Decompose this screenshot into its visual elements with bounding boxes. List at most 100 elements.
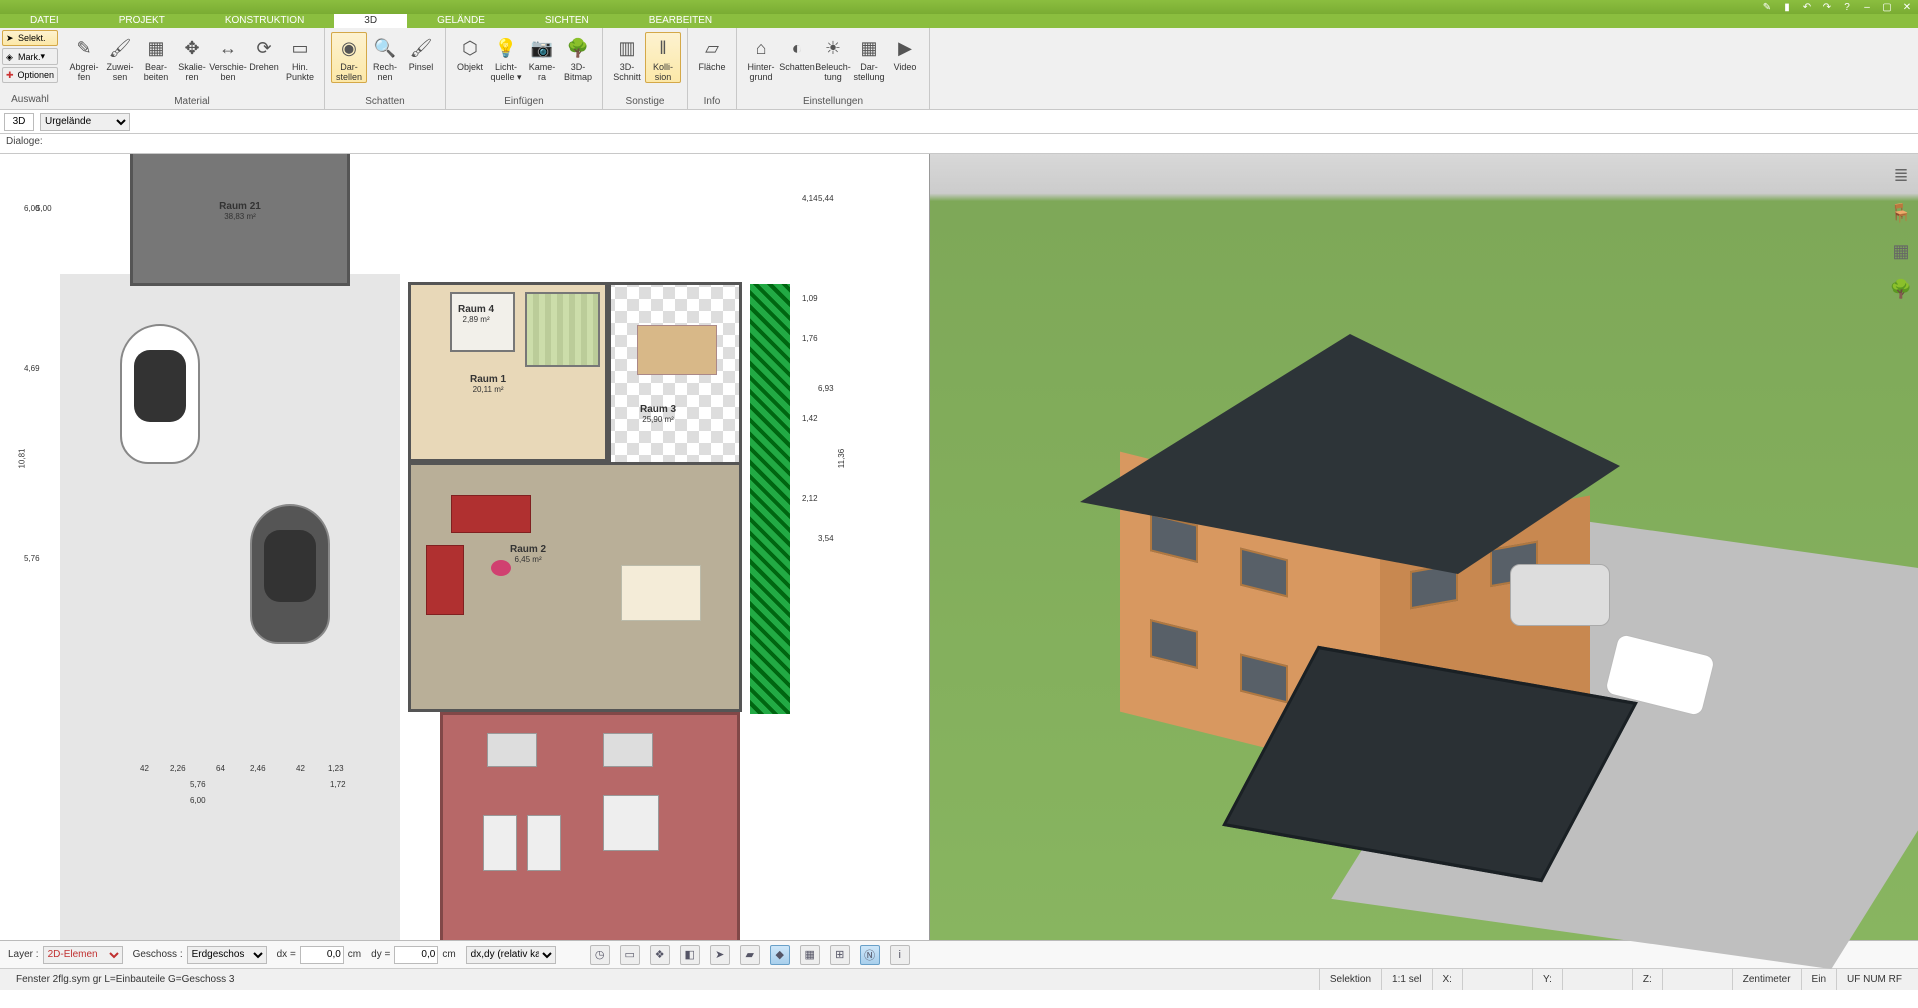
- tool-hinpunkte[interactable]: ▭Hin. Punkte: [282, 32, 318, 83]
- undo-icon[interactable]: ↶: [1800, 1, 1814, 13]
- help-icon[interactable]: ?: [1840, 1, 1854, 13]
- title-bar: ✎ ▮ ↶ ↷ ? – ▢ ✕: [0, 0, 1918, 14]
- tool-label: Dar- stellen: [336, 62, 362, 82]
- tool-dbitmap[interactable]: 🌳3D- Bitmap: [560, 32, 596, 83]
- bottom-bar: Layer : 2D-Elemen Geschoss : Erdgeschos …: [0, 940, 1918, 968]
- tool-kollision[interactable]: ‖Kolli- sion: [645, 32, 681, 83]
- tool-rechnen[interactable]: 🔍Rech- nen: [367, 32, 403, 83]
- optionen-button[interactable]: ✚Optionen: [2, 67, 58, 83]
- mark-button[interactable]: ◈Mark. ▾: [2, 48, 58, 65]
- status-z: Z:: [1632, 969, 1662, 990]
- lounge-1[interactable]: [487, 733, 537, 767]
- menu-datei[interactable]: DATEI: [0, 14, 89, 28]
- dim: 3,54: [818, 534, 834, 543]
- tool-darstellung[interactable]: ▦Dar- stellung: [851, 32, 887, 83]
- grid2-icon[interactable]: ⊞: [830, 945, 850, 965]
- dx-input[interactable]: [300, 946, 344, 964]
- mode-field[interactable]: [4, 113, 34, 131]
- grid-icon[interactable]: ▦: [800, 945, 820, 965]
- dim: 6,93: [818, 384, 834, 393]
- tool-label: Zuwei- sen: [106, 62, 133, 82]
- view-3d[interactable]: ≣ 🪑 ▦ 🌳: [930, 154, 1918, 940]
- tool-icon: 📷: [530, 36, 554, 60]
- north-icon[interactable]: Ⓝ: [860, 945, 880, 965]
- view-2d[interactable]: Raum 2138,83 m²: [0, 154, 930, 940]
- menu-projekt[interactable]: PROJEKT: [89, 14, 195, 28]
- menu-bearbeiten[interactable]: BEARBEITEN: [619, 14, 742, 28]
- tool-flche[interactable]: ▱Fläche: [694, 32, 730, 73]
- close-icon[interactable]: ✕: [1900, 1, 1914, 13]
- sofa-1[interactable]: [451, 495, 531, 533]
- tool-abgreifen[interactable]: ✎Abgrei- fen: [66, 32, 102, 83]
- tool-beleuchtung[interactable]: ☀Beleuch- tung: [815, 32, 851, 83]
- menu-konstruktion[interactable]: KONSTRUKTION: [195, 14, 334, 28]
- tool-objekt[interactable]: ⬡Objekt: [452, 32, 488, 73]
- cube-icon[interactable]: ◧: [680, 945, 700, 965]
- terrace[interactable]: [440, 712, 740, 940]
- geschoss-select[interactable]: Erdgeschos: [187, 946, 267, 964]
- garage-room[interactable]: Raum 2138,83 m²: [130, 154, 350, 286]
- layer-select[interactable]: 2D-Elemen: [43, 946, 123, 964]
- menu-gelaende[interactable]: GELÄNDE: [407, 14, 515, 28]
- terrace-table[interactable]: [603, 795, 659, 851]
- layers-icon[interactable]: ≣: [1888, 162, 1914, 188]
- table-r3[interactable]: [637, 325, 717, 375]
- dy-input[interactable]: [394, 946, 438, 964]
- clock-icon[interactable]: ◷: [590, 945, 610, 965]
- stack-icon[interactable]: ❖: [650, 945, 670, 965]
- tool-icon: ↔: [216, 36, 240, 60]
- tool-lichtquelle[interactable]: 💡Licht- quelle ▾: [488, 32, 524, 83]
- menu-3d[interactable]: 3D: [334, 14, 407, 28]
- tool-icon: ◉: [337, 36, 361, 60]
- selekt-button[interactable]: ➤Selekt.: [2, 30, 58, 46]
- tool-video[interactable]: ▶Video: [887, 32, 923, 73]
- tool-bearbeiten[interactable]: ▦Bear- beiten: [138, 32, 174, 83]
- layer-label: Layer :: [8, 949, 39, 960]
- terrain-select[interactable]: Urgelände: [40, 113, 130, 131]
- car3d-silver[interactable]: [1510, 564, 1610, 626]
- tool-label: Verschie- ben: [209, 62, 247, 82]
- tool-hintergrund[interactable]: ⌂Hinter- grund: [743, 32, 779, 83]
- group-label: Material: [60, 96, 324, 109]
- deckchair-2[interactable]: [527, 815, 561, 871]
- snap1-icon[interactable]: ◆: [770, 945, 790, 965]
- info-icon[interactable]: i: [890, 945, 910, 965]
- palette-icon[interactable]: ▦: [1888, 238, 1914, 264]
- marker-icon[interactable]: ▮: [1780, 1, 1794, 13]
- dining-table[interactable]: [621, 565, 701, 621]
- tool-icon: ⌂: [749, 36, 773, 60]
- lounge-2[interactable]: [603, 733, 653, 767]
- tool-drehen[interactable]: ⟳Drehen: [246, 32, 282, 73]
- dim: 5,76: [24, 554, 40, 563]
- dim: 6,00: [190, 796, 206, 805]
- car-white-1[interactable]: [120, 324, 200, 464]
- tool-verschieben[interactable]: ↔Verschie- ben: [210, 32, 246, 83]
- wall-icon[interactable]: ▰: [740, 945, 760, 965]
- deckchair-1[interactable]: [483, 815, 517, 871]
- workspace: Raum 2138,83 m²: [0, 154, 1918, 940]
- tool-dschnitt[interactable]: ▥3D- Schnitt: [609, 32, 645, 83]
- tool-kamera[interactable]: 📷Kame- ra: [524, 32, 560, 83]
- pencil-icon[interactable]: ✎: [1760, 1, 1774, 13]
- stairs[interactable]: [525, 292, 600, 367]
- tool-zuweisen[interactable]: 🖌Zuwei- sen: [102, 32, 138, 83]
- group-label: Schatten: [325, 96, 445, 109]
- car-dark[interactable]: [250, 504, 330, 644]
- tool-schatten[interactable]: ◐Schatten: [779, 32, 815, 73]
- minimize-icon[interactable]: –: [1860, 1, 1874, 13]
- room-2[interactable]: [408, 462, 742, 712]
- menu-sichten[interactable]: SICHTEN: [515, 14, 619, 28]
- tool-darstellen[interactable]: ◉Dar- stellen: [331, 32, 367, 83]
- chair-icon[interactable]: 🪑: [1888, 200, 1914, 226]
- dim: 4,69: [24, 364, 40, 373]
- maximize-icon[interactable]: ▢: [1880, 1, 1894, 13]
- screen-icon[interactable]: ▭: [620, 945, 640, 965]
- tool-skalieren[interactable]: ✥Skalie- ren: [174, 32, 210, 83]
- sofa-2[interactable]: [426, 545, 464, 615]
- tree-icon[interactable]: 🌳: [1888, 276, 1914, 302]
- redo-icon[interactable]: ↷: [1820, 1, 1834, 13]
- tool-pinsel[interactable]: 🖌Pinsel: [403, 32, 439, 73]
- arrow-icon[interactable]: ➤: [710, 945, 730, 965]
- tool-label: Kolli- sion: [653, 62, 673, 82]
- rel-select[interactable]: dx,dy (relativ ka: [466, 946, 556, 964]
